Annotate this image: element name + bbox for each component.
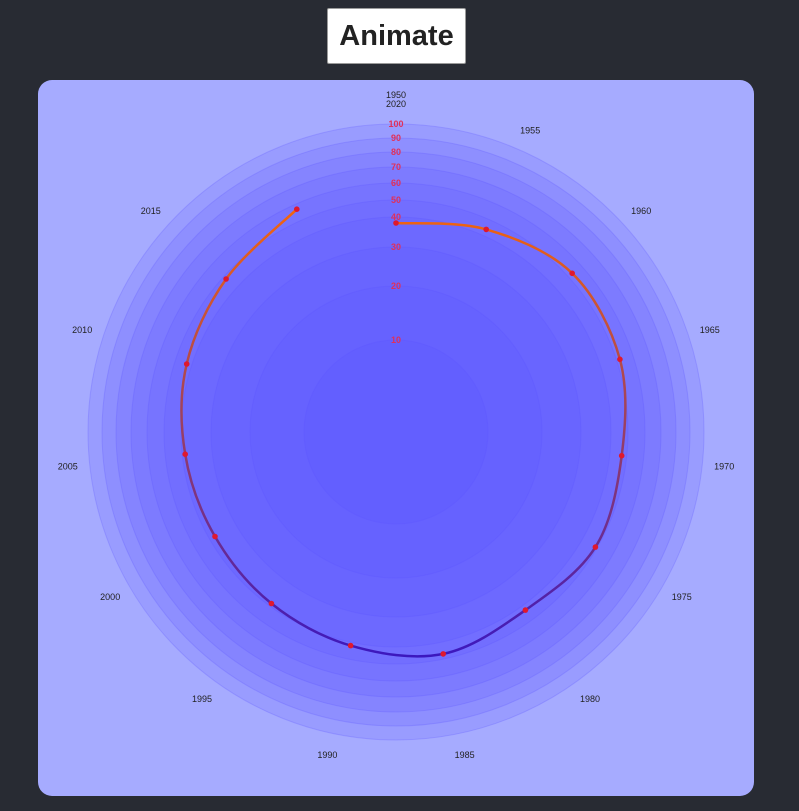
chart-panel: 10 20 30 40 50 60 70 80 90 100 1950 1955 1960 1965 19…	[38, 80, 754, 796]
data-point-2010	[183, 361, 190, 367]
animate-button[interactable]: Animate	[327, 8, 466, 64]
year-label-1980: 1980	[580, 694, 600, 704]
r-tick-label-60: 60	[391, 178, 401, 188]
grid-ring-10	[303, 339, 489, 525]
year-label-1960: 1960	[631, 206, 651, 216]
r-tick-label-90: 90	[391, 133, 401, 143]
data-point-1995	[268, 600, 275, 607]
year-label-2020: 2020	[386, 99, 406, 109]
r-tick-label-80: 80	[391, 147, 401, 157]
year-label-1955: 1955	[520, 126, 540, 136]
r-tick-label-10: 10	[391, 335, 401, 345]
data-point-2000	[212, 533, 218, 540]
data-point-1965	[617, 356, 623, 363]
data-point-1975	[592, 544, 599, 550]
data-point-1985	[440, 651, 447, 657]
r-tick-label-40: 40	[391, 212, 401, 222]
year-label-2015: 2015	[141, 206, 161, 216]
data-point-2020	[294, 206, 300, 212]
year-label-1965: 1965	[700, 325, 720, 335]
radial-line-chart: 102030405060708090100 195019551960196519…	[58, 90, 734, 760]
r-tick-label-50: 50	[391, 195, 401, 205]
year-label-2010: 2010	[72, 325, 92, 335]
year-label-1985: 1985	[455, 750, 475, 760]
data-point-1970	[618, 452, 625, 459]
year-label-1990: 1990	[317, 750, 337, 760]
data-point-1955	[483, 226, 490, 233]
r-tick-label-70: 70	[391, 162, 401, 172]
year-label-2005: 2005	[58, 462, 78, 472]
data-point-1960	[569, 270, 575, 277]
r-tick-label-30: 30	[391, 242, 401, 252]
data-point-1980	[522, 607, 529, 613]
r-tick-label-20: 20	[391, 281, 401, 291]
data-point-1990	[347, 642, 354, 649]
year-label-1970: 1970	[714, 462, 734, 472]
data-point-2005	[182, 451, 188, 458]
year-label-1975: 1975	[672, 592, 692, 602]
year-label-1995: 1995	[192, 694, 212, 704]
data-point-2015	[223, 276, 229, 282]
year-label-2000: 2000	[100, 592, 120, 602]
r-tick-label-100: 100	[388, 119, 403, 129]
